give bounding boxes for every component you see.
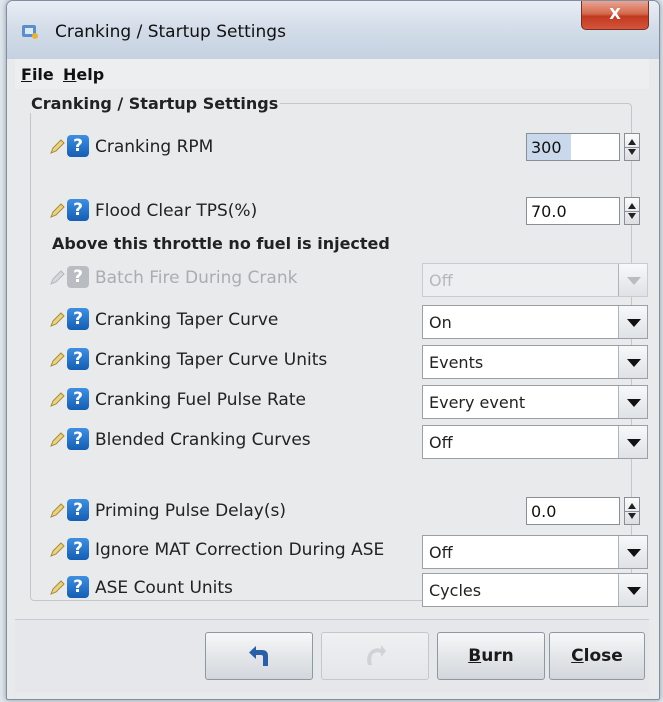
menu-bar: File Help [15,59,649,90]
dropdown-arrow-icon [627,439,641,447]
edit-pencil-icon [50,432,65,447]
cranking-rpm-spinner[interactable] [624,133,640,161]
taper-units-select[interactable]: Events [422,345,648,379]
edit-pencil-icon [50,352,65,367]
edit-pencil-icon [50,312,65,327]
help-icon[interactable]: ? [67,538,89,560]
flood-clear-label: Flood Clear TPS(%) [95,201,258,221]
help-icon[interactable]: ? [67,576,89,598]
window-close-button[interactable]: X [581,1,649,30]
batch-fire-select: Off [422,263,648,297]
row-flood-clear: ? Flood Clear TPS(%) 70.0 [37,196,647,226]
dropdown-arrow-icon [627,277,641,285]
button-bar: Burn Close [15,619,649,692]
help-icon[interactable]: ? [67,135,89,157]
settings-panel: Cranking / Startup Settings ? Cranking R… [15,89,649,609]
batch-fire-label: Batch Fire During Crank [95,268,298,288]
window-title: Cranking / Startup Settings [55,22,286,42]
edit-pencil-icon [50,270,65,285]
settings-dialog: Cranking / Startup Settings X File Help … [6,0,660,700]
spin-down-icon[interactable] [628,213,636,219]
row-batch-fire: ? Batch Fire During Crank Off [37,263,648,297]
row-taper-curve: ? Cranking Taper Curve On [37,305,648,339]
blended-select[interactable]: Off [422,425,648,459]
taper-curve-select[interactable]: On [422,305,648,339]
menu-help[interactable]: Help [63,65,104,84]
priming-delay-label: Priming Pulse Delay(s) [95,501,286,521]
edit-pencil-icon [50,542,65,557]
dropdown-arrow-icon [627,587,641,595]
burn-button[interactable]: Burn [437,632,545,680]
row-ignore-mat: ? Ignore MAT Correction During ASE Off [37,535,648,569]
dropdown-arrow-icon [627,549,641,557]
app-icon [22,25,38,39]
dropdown-arrow-icon [627,399,641,407]
dropdown-arrow-icon [627,319,641,327]
edit-pencil-icon [50,503,65,518]
title-bar[interactable]: Cranking / Startup Settings X [7,1,659,59]
row-blended: ? Blended Cranking Curves Off [37,425,648,459]
edit-pencil-icon [50,580,65,595]
spin-up-icon[interactable] [628,503,636,509]
group-title: Cranking / Startup Settings [31,94,279,113]
row-taper-units: ? Cranking Taper Curve Units Events [37,345,648,379]
edit-pencil-icon [50,392,65,407]
help-icon: ? [67,266,89,288]
help-icon[interactable]: ? [67,388,89,410]
row-cranking-rpm: ? Cranking RPM 300 [37,132,647,162]
pulse-rate-label: Cranking Fuel Pulse Rate [95,390,306,410]
ase-units-select[interactable]: Cycles [422,573,648,607]
row-priming-delay: ? Priming Pulse Delay(s) 0.0 [37,496,647,526]
undo-icon [249,646,268,666]
ignore-mat-label: Ignore MAT Correction During ASE [95,540,385,560]
ignore-mat-select[interactable]: Off [422,535,648,569]
spin-up-icon[interactable] [628,203,636,209]
dropdown-arrow-icon [627,359,641,367]
spin-down-icon[interactable] [628,513,636,519]
close-button[interactable]: Close [549,632,645,680]
edit-pencil-icon [50,139,65,154]
spin-down-icon[interactable] [628,149,636,155]
row-ase-units: ? ASE Count Units Cycles [37,573,648,607]
pulse-rate-select[interactable]: Every event [422,385,648,419]
flood-clear-spinner[interactable] [624,197,640,225]
help-icon[interactable]: ? [67,428,89,450]
redo-icon [367,645,386,665]
taper-curve-label: Cranking Taper Curve [95,310,279,330]
redo-button [321,632,429,680]
priming-delay-spinner[interactable] [624,497,640,525]
row-pulse-rate: ? Cranking Fuel Pulse Rate Every event [37,385,648,419]
help-icon[interactable]: ? [67,199,89,221]
help-icon[interactable]: ? [67,499,89,521]
spin-up-icon[interactable] [628,139,636,145]
ase-units-label: ASE Count Units [95,578,233,598]
taper-units-label: Cranking Taper Curve Units [95,350,328,370]
cranking-rpm-input[interactable]: 300 [526,133,620,161]
blended-label: Blended Cranking Curves [95,430,311,450]
help-icon[interactable]: ? [67,308,89,330]
flood-clear-input[interactable]: 70.0 [526,197,620,225]
menu-file[interactable]: File [21,65,54,84]
edit-pencil-icon [50,203,65,218]
close-icon: X [609,5,621,23]
undo-button[interactable] [205,632,313,680]
priming-delay-input[interactable]: 0.0 [526,497,620,525]
help-icon[interactable]: ? [67,348,89,370]
flood-clear-note: Above this throttle no fuel is injected [52,234,390,253]
cranking-rpm-label: Cranking RPM [95,137,214,157]
